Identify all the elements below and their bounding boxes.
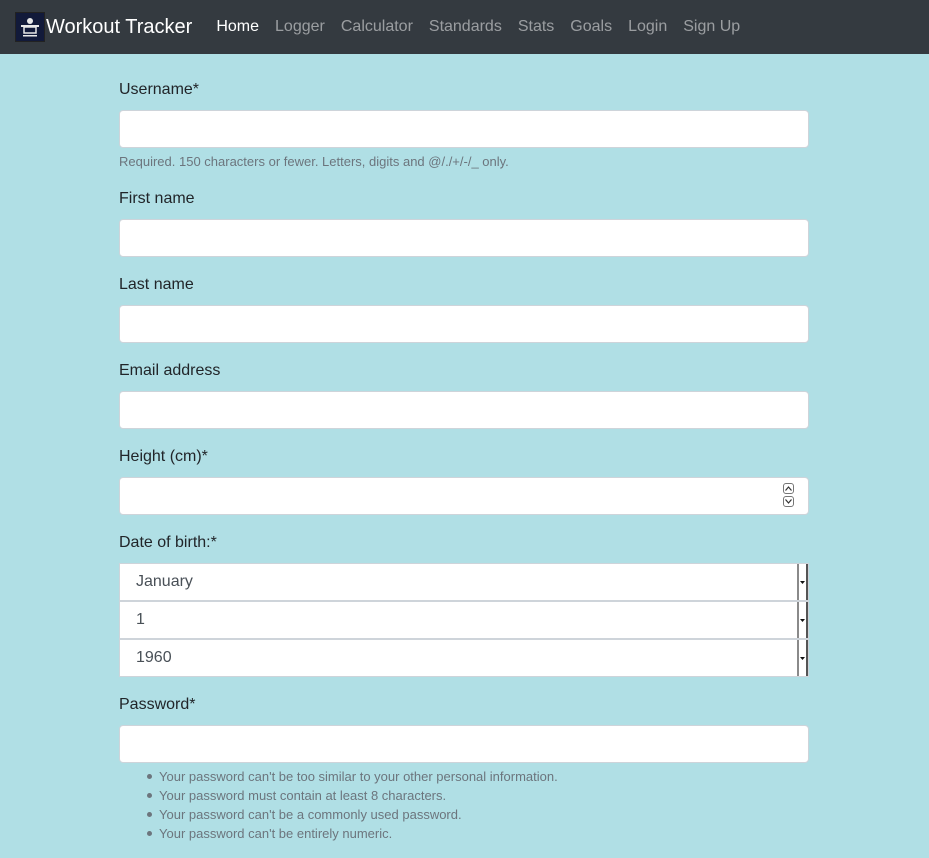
nav-calculator[interactable]: Calculator bbox=[333, 18, 421, 36]
dropdown-arrow-icon[interactable] bbox=[797, 564, 808, 600]
logo-icon bbox=[15, 12, 45, 42]
nav-goals[interactable]: Goals bbox=[562, 18, 620, 36]
password-rule: Your password can't be too similar to yo… bbox=[147, 767, 558, 786]
nav-stats[interactable]: Stats bbox=[510, 18, 562, 36]
bullet-icon bbox=[147, 831, 152, 836]
password-rule: Your password must contain at least 8 ch… bbox=[147, 786, 558, 805]
nav-login[interactable]: Login bbox=[620, 18, 675, 36]
brand-link[interactable]: Workout Tracker bbox=[15, 12, 208, 42]
dob-year-value: 1960 bbox=[136, 649, 172, 666]
password-rule: Your password can't be a commonly used p… bbox=[147, 805, 558, 824]
nav-standards[interactable]: Standards bbox=[421, 18, 510, 36]
password-label: Password* bbox=[119, 696, 196, 713]
height-spinner[interactable] bbox=[783, 483, 795, 509]
dropdown-arrow-icon[interactable] bbox=[797, 640, 808, 676]
dob-day-value: 1 bbox=[136, 611, 145, 628]
username-help-text: Required. 150 characters or fewer. Lette… bbox=[119, 154, 509, 169]
password-rules-list: Your password can't be too similar to yo… bbox=[147, 767, 558, 843]
bullet-icon bbox=[147, 793, 152, 798]
email-label: Email address bbox=[119, 362, 221, 379]
dob-month-value: January bbox=[136, 573, 193, 590]
username-input[interactable] bbox=[119, 110, 809, 148]
bullet-icon bbox=[147, 774, 152, 779]
bullet-icon bbox=[147, 812, 152, 817]
username-label: Username* bbox=[119, 81, 200, 98]
height-input[interactable] bbox=[119, 477, 809, 515]
nav-logger[interactable]: Logger bbox=[267, 18, 333, 36]
dob-day-select[interactable]: 1 bbox=[119, 601, 809, 639]
height-label: Height (cm)* bbox=[119, 448, 208, 465]
first-name-label: First name bbox=[119, 190, 195, 207]
dob-month-select[interactable]: January bbox=[119, 563, 809, 601]
chevron-down-icon[interactable] bbox=[783, 496, 794, 507]
password-input[interactable] bbox=[119, 725, 809, 763]
dob-year-select[interactable]: 1960 bbox=[119, 639, 809, 677]
nav-home[interactable]: Home bbox=[208, 18, 267, 36]
first-name-input[interactable] bbox=[119, 219, 809, 257]
last-name-label: Last name bbox=[119, 276, 194, 293]
password-rule: Your password can't be entirely numeric. bbox=[147, 824, 558, 843]
dropdown-arrow-icon[interactable] bbox=[797, 602, 808, 638]
brand-title: Workout Tracker bbox=[46, 15, 193, 38]
dob-label: Date of birth:* bbox=[119, 534, 217, 551]
nav-signup[interactable]: Sign Up bbox=[675, 18, 748, 36]
chevron-up-icon[interactable] bbox=[783, 483, 794, 494]
email-input[interactable] bbox=[119, 391, 809, 429]
last-name-input[interactable] bbox=[119, 305, 809, 343]
navbar: Workout Tracker Home Logger Calculator S… bbox=[0, 0, 929, 54]
